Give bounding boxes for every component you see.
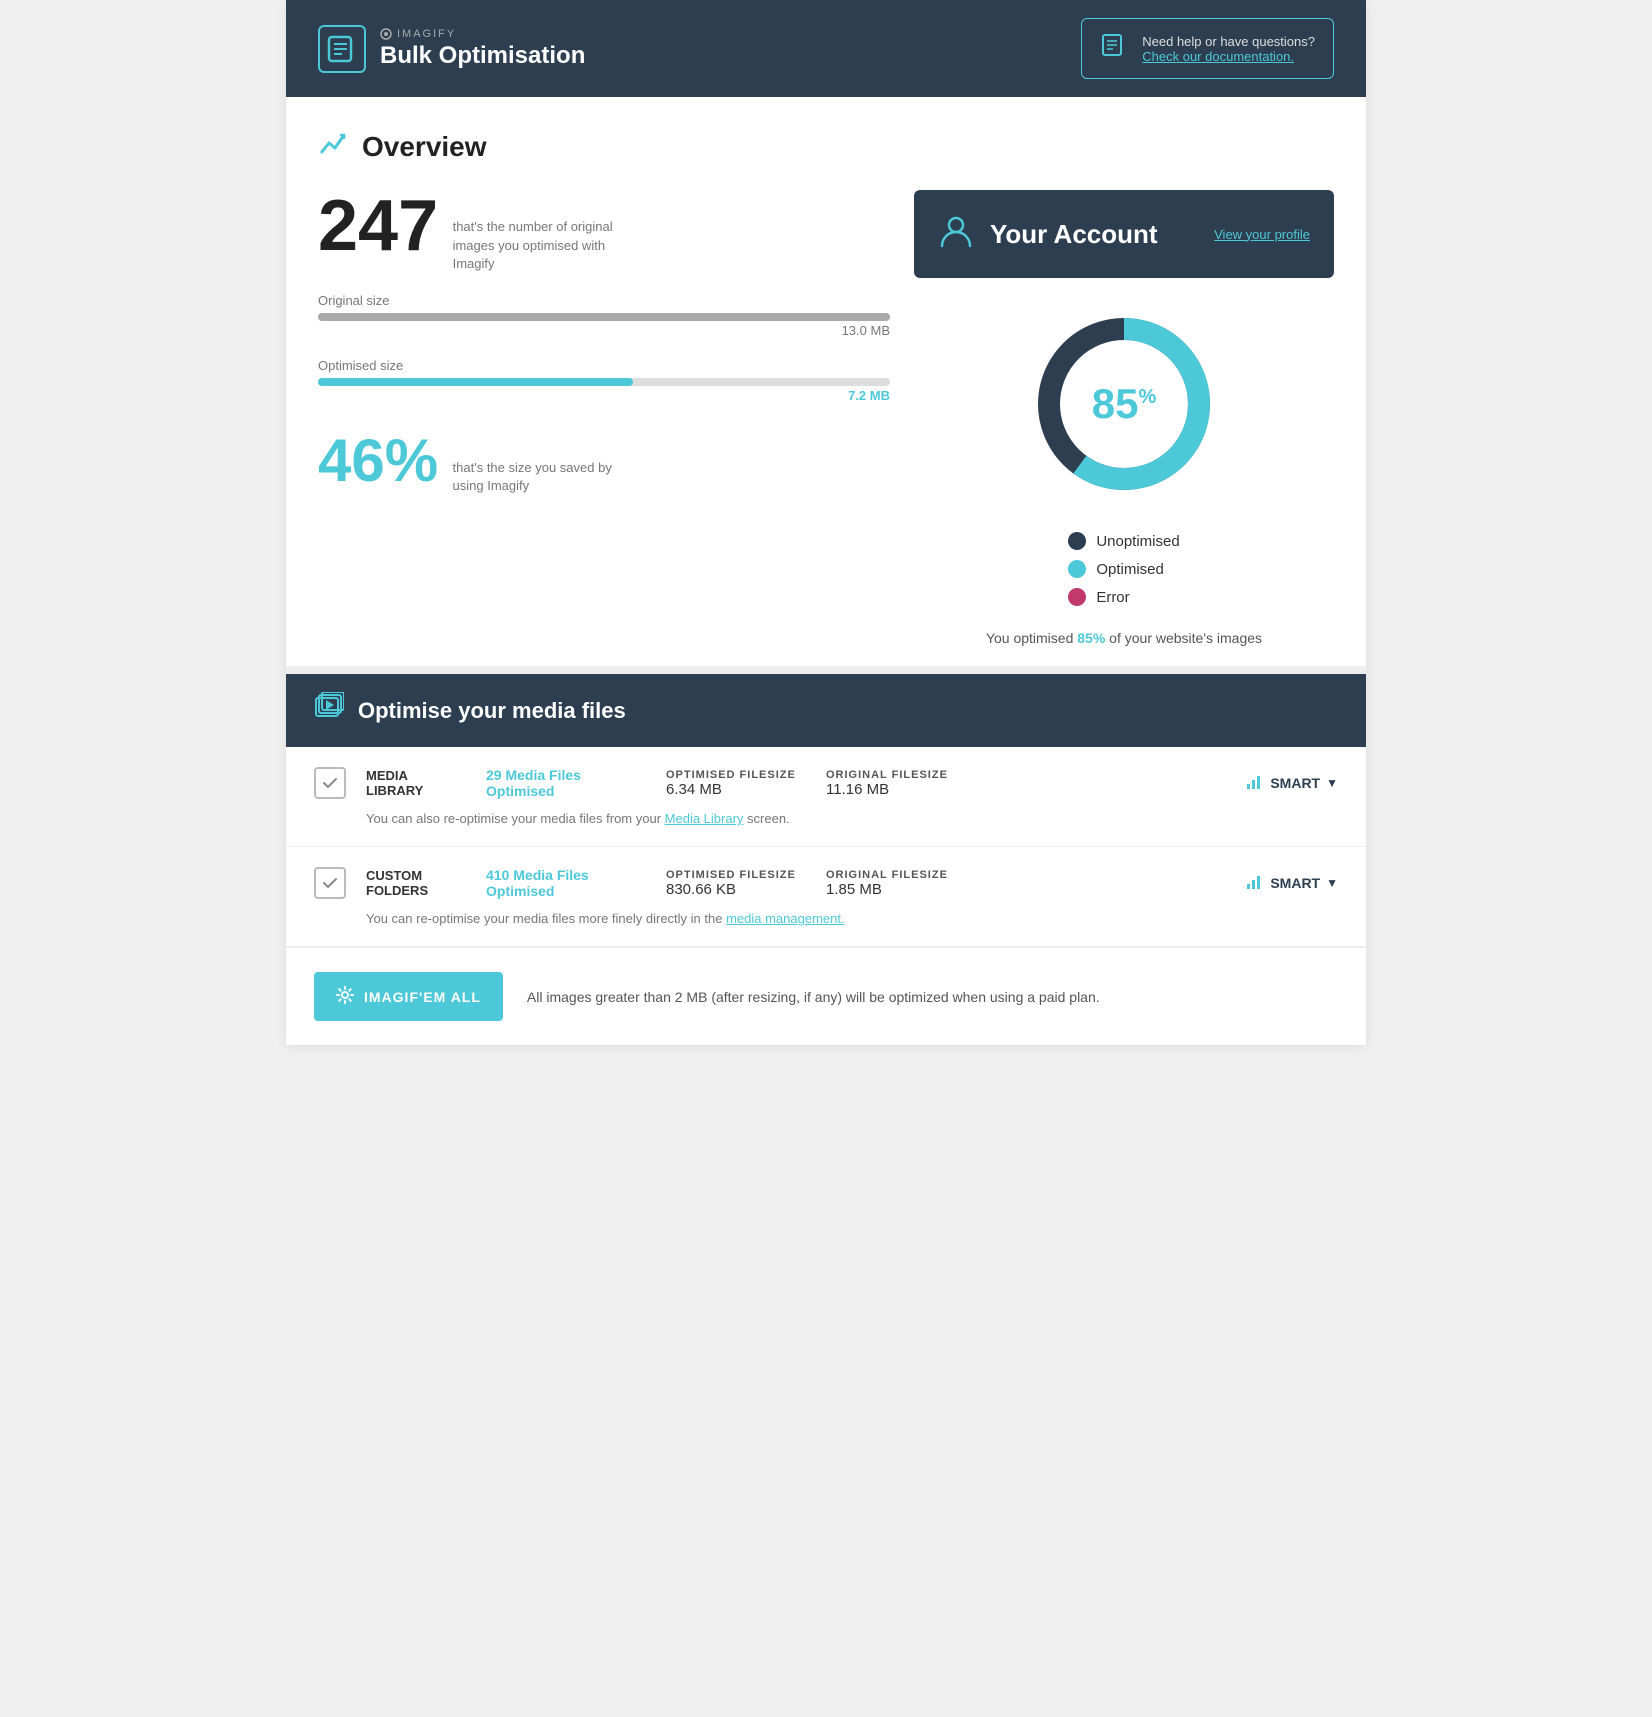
optimised-note-prefix: You optimised xyxy=(986,630,1077,646)
legend-label-optimised: Optimised xyxy=(1096,561,1164,578)
optimised-size-label: Optimised size xyxy=(318,358,890,373)
original-size-value: 13.0 MB xyxy=(318,323,890,338)
optimised-size-value: 7.2 MB xyxy=(318,388,890,403)
optimised-size-bar xyxy=(318,378,633,386)
title-block: IMAGIFY Bulk Optimisation xyxy=(380,28,585,70)
account-card: Your Account View your profile xyxy=(914,190,1334,278)
media-section: Optimise your media files MEDIALIBRARY 2… xyxy=(286,674,1366,1045)
media-row-custom: CUSTOMFOLDERS 410 Media FilesOptimised O… xyxy=(286,847,1366,947)
custom-folders-files: 410 Media FilesOptimised xyxy=(486,867,646,899)
legend-optimised: Optimised xyxy=(1068,560,1179,578)
section-divider xyxy=(286,666,1366,674)
media-management-link[interactable]: media management. xyxy=(726,911,845,926)
legend-dot-error xyxy=(1068,588,1086,606)
bottom-note: All images greater than 2 MB (after resi… xyxy=(527,989,1100,1005)
original-size-row: Original size 13.0 MB xyxy=(318,293,890,338)
media-row-library: MEDIALIBRARY 29 Media FilesOptimised OPT… xyxy=(286,747,1366,847)
savings-row: 46% that's the size you saved by using I… xyxy=(318,431,890,495)
savings-label: that's the size you saved by using Imagi… xyxy=(453,459,613,495)
overview-header: Overview xyxy=(318,127,1334,166)
images-count-row: 247 that's the number of original images… xyxy=(318,190,890,273)
original-size-label: Original size xyxy=(318,293,890,308)
help-box: Need help or have questions? Check our d… xyxy=(1081,18,1334,79)
smart-chevron-icon: ▼ xyxy=(1326,776,1338,790)
custom-folders-note: You can re-optimise your media files mor… xyxy=(314,911,1338,926)
view-profile-link[interactable]: View your profile xyxy=(1214,227,1310,242)
media-row-custom-main: CUSTOMFOLDERS 410 Media FilesOptimised O… xyxy=(314,867,1338,899)
custom-folders-name: CUSTOMFOLDERS xyxy=(366,868,466,898)
media-library-smart-btn[interactable]: SMART ▼ xyxy=(1246,772,1338,795)
optimised-note-pct: 85% xyxy=(1077,630,1105,646)
help-text: Need help or have questions? xyxy=(1142,34,1315,49)
optimised-note: You optimised 85% of your website's imag… xyxy=(986,630,1262,646)
legend-dot-optimised xyxy=(1068,560,1086,578)
help-icon xyxy=(1100,31,1128,66)
custom-folders-smart-btn[interactable]: SMART ▼ xyxy=(1246,872,1338,895)
media-library-orig-size: ORIGINAL FILESIZE 11.16 MB xyxy=(826,769,966,798)
imagifem-all-button[interactable]: IMAGIF'EM ALL xyxy=(314,972,503,1021)
savings-pct: 46% xyxy=(318,427,438,494)
overview-grid: 247 that's the number of original images… xyxy=(318,190,1334,646)
gear-icon xyxy=(336,986,354,1007)
logo-icon xyxy=(318,25,366,73)
media-header: Optimise your media files xyxy=(286,674,1366,747)
media-library-opt-size: OPTIMISED FILESIZE 6.34 MB xyxy=(666,769,806,798)
optimised-size-bar-bg xyxy=(318,378,890,386)
custom-folders-orig-size: ORIGINAL FILESIZE 1.85 MB xyxy=(826,869,966,898)
media-header-icon xyxy=(314,692,344,729)
legend: Unoptimised Optimised Error xyxy=(1068,532,1179,616)
donut-label: 85% xyxy=(1092,380,1157,428)
images-count: 247 xyxy=(318,186,438,266)
legend-dot-unoptimised xyxy=(1068,532,1086,550)
overview-section: Overview 247 that's the number of origin… xyxy=(286,97,1366,666)
overview-right: Your Account View your profile xyxy=(914,190,1334,646)
bottom-bar: IMAGIF'EM ALL All images greater than 2 … xyxy=(286,947,1366,1045)
custom-folders-opt-size: OPTIMISED FILESIZE 830.66 KB xyxy=(666,869,806,898)
optimised-note-suffix: of your website's images xyxy=(1105,630,1262,646)
donut-chart: 85% xyxy=(1024,304,1224,504)
media-library-checkbox[interactable] xyxy=(314,767,346,799)
media-library-name: MEDIALIBRARY xyxy=(366,768,466,798)
overview-icon xyxy=(318,127,350,166)
overview-title: Overview xyxy=(362,131,487,163)
smart-icon xyxy=(1246,772,1264,795)
header: IMAGIFY Bulk Optimisation Need help or h… xyxy=(286,0,1366,97)
media-library-note: You can also re-optimise your media file… xyxy=(314,811,1338,826)
custom-folders-checkbox[interactable] xyxy=(314,867,346,899)
overview-left: 247 that's the number of original images… xyxy=(318,190,890,495)
header-left: IMAGIFY Bulk Optimisation xyxy=(318,25,585,73)
images-label: that's the number of original images you… xyxy=(453,218,633,273)
smart-chevron-icon-2: ▼ xyxy=(1326,876,1338,890)
media-library-files: 29 Media FilesOptimised xyxy=(486,767,646,799)
media-library-link[interactable]: Media Library xyxy=(665,811,744,826)
optimised-size-row: Optimised size 7.2 MB xyxy=(318,358,890,403)
smart-icon-2 xyxy=(1246,872,1264,895)
original-size-bar xyxy=(318,313,890,321)
account-title: Your Account xyxy=(990,219,1198,250)
legend-error: Error xyxy=(1068,588,1179,606)
help-link[interactable]: Check our documentation. xyxy=(1142,49,1315,64)
legend-label-error: Error xyxy=(1096,589,1129,606)
media-section-title: Optimise your media files xyxy=(358,698,626,724)
help-text-block: Need help or have questions? Check our d… xyxy=(1142,34,1315,64)
legend-unoptimised: Unoptimised xyxy=(1068,532,1179,550)
chart-legend: 85% Unoptimised Optimised xyxy=(914,294,1334,646)
media-row-library-main: MEDIALIBRARY 29 Media FilesOptimised OPT… xyxy=(314,767,1338,799)
account-icon xyxy=(938,212,974,256)
brand-label: IMAGIFY xyxy=(380,28,585,40)
legend-label-unoptimised: Unoptimised xyxy=(1096,533,1179,550)
page-title: Bulk Optimisation xyxy=(380,42,585,70)
original-size-bar-bg xyxy=(318,313,890,321)
